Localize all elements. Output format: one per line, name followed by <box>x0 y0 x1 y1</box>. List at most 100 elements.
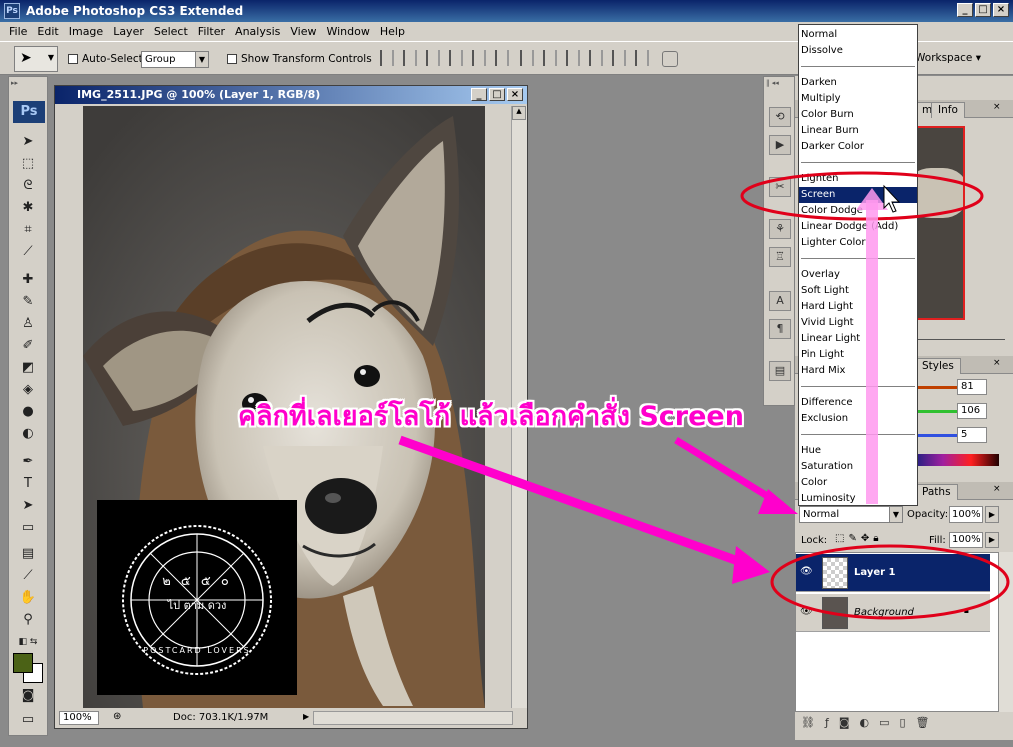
blend-option-normal[interactable]: Normal <box>799 27 917 43</box>
opacity-arrow-icon[interactable]: ▶ <box>985 506 999 523</box>
slice-tool-icon[interactable]: ⟋ <box>17 243 39 261</box>
lasso-tool-icon[interactable]: ᘓ <box>17 177 39 195</box>
doc-close-button[interactable]: × <box>507 88 523 101</box>
minimize-button[interactable]: _ <box>957 3 973 17</box>
align-vcenter-icon[interactable] <box>403 50 417 66</box>
menu-analysis[interactable]: Analysis <box>230 25 285 38</box>
doc-minimize-button[interactable]: _ <box>471 88 487 101</box>
blend-mode-dropdown[interactable]: Normal ▼ <box>799 506 903 523</box>
brush-tool-icon[interactable]: ✎ <box>17 293 39 311</box>
scroll-up-icon[interactable]: ▲ <box>512 106 526 120</box>
align-right-icon[interactable] <box>495 50 509 66</box>
show-transform-checkbox[interactable]: Show Transform Controls <box>227 53 372 65</box>
menu-help[interactable]: Help <box>375 25 410 38</box>
blend-option-difference[interactable]: Difference <box>799 395 917 411</box>
eyedropper-icon[interactable]: ⟋ <box>17 567 39 585</box>
green-slider[interactable] <box>915 410 957 413</box>
align-left-icon[interactable] <box>449 50 463 66</box>
blend-option-multiply[interactable]: Multiply <box>799 91 917 107</box>
red-value[interactable]: 81 <box>957 379 987 395</box>
layers-bottom-buttons[interactable]: ⛓ƒ◙◐▭▯🗑︎ <box>801 716 1001 732</box>
fill-field[interactable]: 100% <box>949 532 983 548</box>
distribute-hcenter-icon[interactable] <box>612 50 626 66</box>
move-tool-icon[interactable]: ➤ <box>17 133 39 151</box>
navigator-zoom-slider[interactable] <box>915 332 1005 340</box>
brushes-panel-icon[interactable]: ⚘ <box>769 219 791 239</box>
distribute-bottom-icon[interactable] <box>566 50 580 66</box>
paragraph-panel-icon[interactable]: ¶ <box>769 319 791 339</box>
blend-option-pin-light[interactable]: Pin Light <box>799 347 917 363</box>
eraser-tool-icon[interactable]: ◩ <box>17 359 39 377</box>
clone-source-icon[interactable]: ♖ <box>769 247 791 267</box>
eye-icon[interactable]: 👁︎ <box>800 606 814 618</box>
hand-tool-icon[interactable]: ✋ <box>17 589 39 607</box>
blend-option-saturation[interactable]: Saturation <box>799 459 917 475</box>
history-panel-icon[interactable]: ⟲ <box>769 107 791 127</box>
align-bottom-icon[interactable] <box>426 50 440 66</box>
distribute-vcenter-icon[interactable] <box>543 50 557 66</box>
opacity-field[interactable]: 100% <box>949 506 983 523</box>
quick-mask-icon[interactable]: ◙ <box>17 687 39 705</box>
align-top-icon[interactable] <box>380 50 394 66</box>
zoom-field[interactable]: 100% <box>59 711 99 725</box>
red-slider[interactable] <box>915 386 957 389</box>
type-tool-icon[interactable]: T <box>17 475 39 493</box>
menu-filter[interactable]: Filter <box>193 25 230 38</box>
blend-option-overlay[interactable]: Overlay <box>799 267 917 283</box>
character-panel-icon[interactable]: A <box>769 291 791 311</box>
lock-icons[interactable]: ⬚✎✥🔒︎ <box>835 533 883 544</box>
blend-option-color-dodge[interactable]: Color Dodge <box>799 203 917 219</box>
default-colors-icon[interactable]: ◧ ⇆ <box>17 633 39 651</box>
panel-menu-icon[interactable]: × <box>993 358 1001 368</box>
blend-option-linear-light[interactable]: Linear Light <box>799 331 917 347</box>
blend-option-hard-mix[interactable]: Hard Mix <box>799 363 917 379</box>
menu-view[interactable]: View <box>285 25 321 38</box>
shape-tool-icon[interactable]: ▭ <box>17 519 39 537</box>
layer-row-layer-1[interactable]: 👁︎ Layer 1 <box>796 554 990 592</box>
notes-tool-icon[interactable]: ▤ <box>17 545 39 563</box>
eye-icon[interactable]: 👁︎ <box>800 566 814 578</box>
collapse-arrows-icon[interactable]: ▸▸ <box>11 79 45 87</box>
blend-option-linear-dodge-add[interactable]: Linear Dodge (Add) <box>799 219 917 235</box>
blend-option-color[interactable]: Color <box>799 475 917 491</box>
blend-option-hard-light[interactable]: Hard Light <box>799 299 917 315</box>
green-value[interactable]: 106 <box>957 403 987 419</box>
menu-window[interactable]: Window <box>321 25 374 38</box>
blend-option-dissolve[interactable]: Dissolve <box>799 43 917 59</box>
menu-layer[interactable]: Layer <box>108 25 149 38</box>
workspace-menu[interactable]: Workspace ▾ <box>915 52 981 64</box>
pen-tool-icon[interactable]: ✒ <box>17 453 39 471</box>
blend-option-vivid-light[interactable]: Vivid Light <box>799 315 917 331</box>
doc-maximize-button[interactable]: □ <box>489 88 505 101</box>
auto-select-checkbox[interactable]: Auto-Select: <box>68 53 146 65</box>
marquee-tool-icon[interactable]: ⬚ <box>17 155 39 173</box>
distribute-right-icon[interactable] <box>635 50 649 66</box>
tool-presets-icon[interactable]: ✂ <box>769 177 791 197</box>
blend-option-hue[interactable]: Hue <box>799 443 917 459</box>
menu-select[interactable]: Select <box>149 25 193 38</box>
blend-option-darken[interactable]: Darken <box>799 75 917 91</box>
layers-scrollbar[interactable] <box>999 552 1013 712</box>
panel-menu-icon[interactable]: × <box>993 102 1001 112</box>
menu-file[interactable]: File <box>4 25 32 38</box>
menu-edit[interactable]: Edit <box>32 25 63 38</box>
clone-stamp-icon[interactable]: ♙ <box>17 315 39 333</box>
auto-align-icon[interactable] <box>662 51 678 67</box>
screen-mode-icon[interactable]: ▭ <box>17 711 39 729</box>
tab-info[interactable]: Info <box>931 102 965 118</box>
crop-tool-icon[interactable]: ⌗ <box>17 221 39 239</box>
panel-menu-icon[interactable]: × <box>993 484 1001 494</box>
magic-wand-icon[interactable]: ✱ <box>17 199 39 217</box>
actions-panel-icon[interactable]: ▶ <box>769 135 791 155</box>
color-ramp[interactable] <box>915 454 999 466</box>
blend-option-exclusion[interactable]: Exclusion <box>799 411 917 427</box>
blend-option-darker-color[interactable]: Darker Color <box>799 139 917 155</box>
blend-option-soft-light[interactable]: Soft Light <box>799 283 917 299</box>
tool-preset-picker[interactable]: ➤ ▼ <box>14 46 58 72</box>
status-info-icon[interactable]: ⊛ <box>113 711 121 722</box>
blur-tool-icon[interactable]: ● <box>17 403 39 421</box>
zoom-tool-icon[interactable]: ⚲ <box>17 611 39 629</box>
auto-select-dropdown[interactable]: Group ▼ <box>141 51 209 68</box>
distribute-top-icon[interactable] <box>520 50 534 66</box>
blend-option-lighter-color[interactable]: Lighter Color <box>799 235 917 251</box>
